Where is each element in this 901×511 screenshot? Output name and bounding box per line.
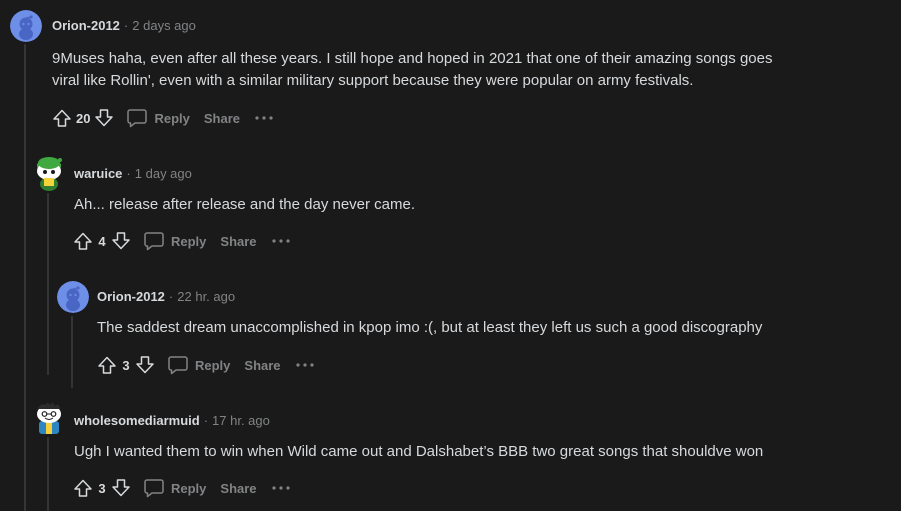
ellipsis-icon (271, 486, 290, 490)
arrow-up-outline-icon (74, 479, 92, 497)
reply-label: Reply (154, 110, 190, 126)
timestamp[interactable]: 2 days ago (132, 18, 196, 33)
username[interactable]: Orion-2012 (97, 289, 165, 304)
comment-meta: Orion-2012 · 2 days ago (52, 18, 196, 34)
timestamp[interactable]: 17 hr. ago (212, 413, 270, 428)
comment-thread: Orion-2012 · 2 days ago 9Muses haha, even … (0, 0, 901, 511)
share-button[interactable]: Share (204, 111, 240, 126)
speech-bubble-icon (144, 232, 164, 251)
ellipsis-icon (295, 363, 314, 367)
avatar[interactable] (57, 281, 89, 313)
arrow-down-outline-icon (95, 109, 114, 127)
reply-button[interactable]: Reply (143, 230, 206, 252)
more-options-button[interactable] (295, 353, 315, 377)
comment-body-line: 9Muses haha, even after all these years.… (52, 50, 773, 67)
snoo-avatar-icon (10, 10, 42, 42)
comment-actions: 3 Reply Share (95, 353, 315, 377)
downvote-button[interactable] (109, 476, 133, 500)
comment-actions: 3 Reply Share (71, 476, 291, 500)
reply-button[interactable]: Reply (167, 354, 230, 376)
ellipsis-icon (255, 116, 273, 120)
upvote-button[interactable] (50, 106, 74, 130)
snoo-avatar-icon (57, 281, 89, 313)
comment-actions: 4 Reply Share (71, 229, 291, 253)
reply-label: Reply (171, 480, 207, 496)
comment-body-line: viral like Rollin', even with a similar … (52, 72, 694, 89)
more-options-button[interactable] (254, 106, 274, 130)
reply-label: Reply (171, 233, 207, 249)
share-button[interactable]: Share (220, 234, 256, 249)
timestamp[interactable]: 22 hr. ago (177, 289, 235, 304)
comment-meta: wholesomediarmuid · 17 hr. ago (74, 413, 270, 429)
upvote-button[interactable] (71, 229, 95, 253)
comment-meta: waruice · 1 day ago (74, 166, 192, 182)
username[interactable]: waruice (74, 166, 122, 181)
thread-line-orion-reply[interactable] (71, 316, 73, 388)
comment-body-line: Ugh I wanted them to win when Wild came … (74, 443, 764, 460)
more-options-button[interactable] (271, 476, 291, 500)
thread-line-wholesomediarmuid[interactable] (47, 437, 49, 511)
avatar[interactable] (33, 154, 65, 192)
arrow-up-outline-icon (98, 356, 116, 374)
reply-button[interactable]: Reply (126, 107, 190, 129)
reply-label: Reply (195, 357, 231, 373)
username[interactable]: wholesomediarmuid (74, 413, 200, 428)
avatar[interactable] (10, 10, 42, 42)
meta-separator: · (123, 18, 129, 33)
snoo-avatar-icon (37, 402, 61, 434)
arrow-up-outline-icon (53, 109, 71, 127)
meta-separator: · (168, 289, 174, 304)
arrow-up-outline-icon (74, 232, 92, 250)
ellipsis-icon (271, 239, 290, 243)
thread-line-waruice[interactable] (47, 193, 49, 375)
comment-actions: 20 Reply Share (50, 106, 274, 130)
meta-separator: · (126, 166, 131, 181)
arrow-down-outline-icon (112, 232, 130, 250)
meta-separator: · (203, 413, 209, 428)
more-options-button[interactable] (271, 229, 291, 253)
comment-body-line: The saddest dream unaccomplished in kpop… (97, 319, 763, 336)
reply-button[interactable]: Reply (143, 477, 206, 499)
downvote-button[interactable] (133, 353, 157, 377)
upvote-button[interactable] (71, 476, 95, 500)
upvote-button[interactable] (95, 353, 119, 377)
snoo-avatar-icon (37, 157, 62, 191)
speech-bubble-icon (127, 109, 148, 128)
downvote-button[interactable] (109, 229, 133, 253)
vote-score: 20 (76, 110, 91, 126)
arrow-down-outline-icon (112, 479, 130, 497)
speech-bubble-icon (168, 356, 188, 375)
vote-score: 4 (98, 233, 106, 249)
vote-score: 3 (98, 480, 106, 496)
share-button[interactable]: Share (220, 481, 256, 496)
comment-body-line: Ah... release after release and the day … (74, 196, 416, 213)
speech-bubble-icon (144, 479, 164, 498)
vote-score: 3 (122, 357, 130, 373)
share-button[interactable]: Share (244, 358, 280, 373)
arrow-down-outline-icon (136, 356, 154, 374)
comment-meta: Orion-2012 · 22 hr. ago (97, 289, 235, 305)
downvote-button[interactable] (92, 106, 116, 130)
thread-line-top-level[interactable] (24, 44, 26, 511)
timestamp[interactable]: 1 day ago (135, 166, 192, 181)
avatar[interactable] (33, 397, 65, 435)
username[interactable]: Orion-2012 (52, 18, 120, 33)
